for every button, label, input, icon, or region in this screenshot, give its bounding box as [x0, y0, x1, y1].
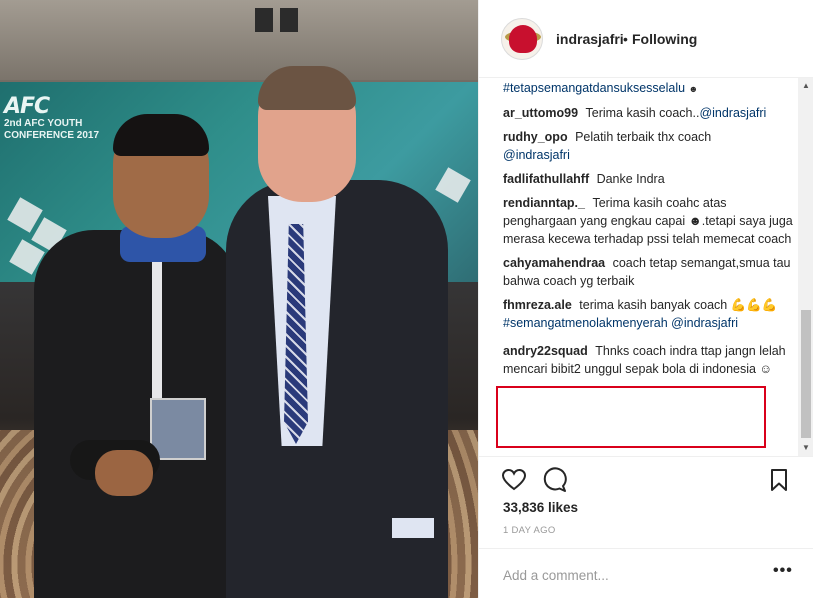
comment-username[interactable]: rudhy_opo: [503, 130, 571, 144]
scroll-up-arrow-icon[interactable]: ▲: [798, 78, 813, 94]
comment-item: cahyamahendraa coach tetap semangat,smua…: [503, 254, 797, 290]
post-actions: [479, 456, 813, 496]
hashtag-link[interactable]: #semangatmenolakmenyerah @indrasjafri: [503, 316, 738, 330]
banner-subtitle: 2nd AFC YOUTH CONFERENCE 2017: [4, 118, 100, 141]
username-link[interactable]: indrasjafri: [556, 31, 624, 47]
comment-text: Pelatih terbaik thx coach: [575, 130, 712, 144]
id-badge: [150, 398, 206, 460]
comment-text: terima kasih banyak coach 💪💪💪: [579, 298, 778, 312]
comment-username[interactable]: rendianntap._: [503, 196, 588, 210]
person-right-cuff: [392, 518, 434, 538]
highlight-box: [496, 386, 766, 448]
person-left-hair: [113, 114, 209, 156]
comment-form: •••: [479, 548, 813, 598]
post-header: indrasjafri • Following: [479, 0, 813, 78]
comment-item: #tetapsemangatdansuksesselalu ☻: [503, 79, 797, 98]
photo-ceiling: [0, 0, 478, 80]
scroll-down-arrow-icon[interactable]: ▼: [798, 440, 813, 456]
comments-scrollbar[interactable]: ▲ ▼: [798, 78, 813, 456]
mention-link[interactable]: @indrasjafri: [699, 106, 766, 120]
more-options-icon[interactable]: •••: [773, 562, 793, 580]
comment-username[interactable]: ar_uttomo99: [503, 106, 582, 120]
scroll-thumb[interactable]: [801, 310, 811, 438]
add-comment-input[interactable]: [503, 565, 743, 585]
banner-hexagon: [435, 167, 471, 203]
post-sidebar: indrasjafri • Following #tetapsemangatda…: [478, 0, 813, 598]
comment-item: fhmreza.ale terima kasih banyak coach 💪💪…: [503, 296, 797, 332]
person-left-body: [34, 230, 239, 598]
ceiling-vent: [255, 8, 273, 32]
comment-icon[interactable]: [541, 467, 567, 493]
comment-username[interactable]: cahyamahendraa: [503, 256, 609, 270]
post-photo[interactable]: AFC 2nd AFC YOUTH CONFERENCE 2017: [0, 0, 478, 598]
shield-icon: [509, 25, 537, 53]
lanyard: [152, 262, 162, 402]
hashtag-link[interactable]: #tetapsemangatdansuksesselalu: [503, 81, 685, 95]
banner-logo: AFC: [4, 94, 50, 119]
likes-count[interactable]: 33,836 likes: [503, 500, 578, 515]
avatar[interactable]: [501, 18, 543, 60]
comment-username[interactable]: andry22squad: [503, 344, 591, 358]
following-button[interactable]: Following: [632, 31, 697, 47]
comment-item: rendianntap._ Terima kasih coahc atas pe…: [503, 194, 797, 248]
post-timestamp[interactable]: 1 DAY AGO: [503, 525, 556, 536]
comment-item: ar_uttomo99 Terima kasih coach..@indrasj…: [503, 104, 797, 122]
ceiling-vent: [280, 8, 298, 32]
comment-username[interactable]: fhmreza.ale: [503, 298, 575, 312]
heart-icon[interactable]: [501, 467, 527, 493]
comment-item: rudhy_opo Pelatih terbaik thx coach @indr…: [503, 128, 797, 164]
person-left-hand: [95, 450, 153, 496]
person-right-hair: [258, 66, 356, 110]
emoji: ☻: [688, 84, 699, 94]
mention-link[interactable]: @indrasjafri: [503, 148, 570, 162]
comment-item-highlighted: andry22squad Thnks coach indra ttap jang…: [503, 342, 797, 378]
bookmark-icon[interactable]: [766, 467, 792, 493]
comment-text: Terima kasih coach..: [585, 106, 700, 120]
separator-dot: •: [623, 31, 628, 47]
comment-username[interactable]: fadlifathullahff: [503, 172, 593, 186]
comment-item: fadlifathullahff Danke Indra: [503, 170, 797, 188]
comment-text: Danke Indra: [596, 172, 665, 186]
